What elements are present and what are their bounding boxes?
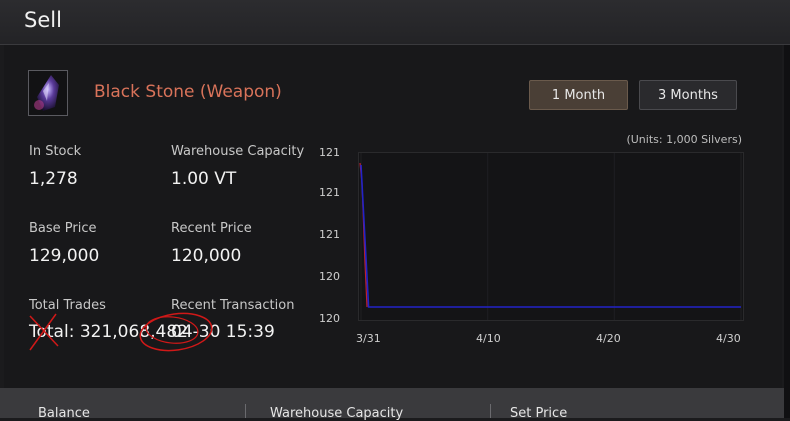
footer-divider	[490, 404, 491, 418]
one-month-button[interactable]: 1 Month	[529, 80, 628, 110]
price-chart-area	[358, 152, 744, 321]
x-tick-label: 3/31	[356, 332, 381, 345]
footer-warehouse-capacity-label: Warehouse Capacity	[270, 406, 404, 421]
chart-units-note: (Units: 1,000 Silvers)	[626, 133, 742, 146]
y-tick-label: 121	[319, 186, 340, 199]
chart-series-line	[360, 164, 741, 308]
price-chart	[359, 153, 742, 320]
scrollbar[interactable]	[784, 45, 790, 418]
x-tick-label: 4/30	[716, 332, 741, 345]
footer-divider	[245, 404, 246, 418]
y-tick-label: 120	[319, 270, 340, 283]
balance-label: Balance	[38, 406, 90, 421]
x-tick-label: 4/20	[596, 332, 621, 345]
set-price-label: Set Price	[510, 406, 568, 421]
three-months-button[interactable]: 3 Months	[639, 80, 737, 110]
y-tick-label: 120	[319, 312, 340, 325]
y-tick-label: 121	[319, 228, 340, 241]
x-tick-label: 4/10	[476, 332, 501, 345]
y-tick-label: 121	[319, 146, 340, 159]
